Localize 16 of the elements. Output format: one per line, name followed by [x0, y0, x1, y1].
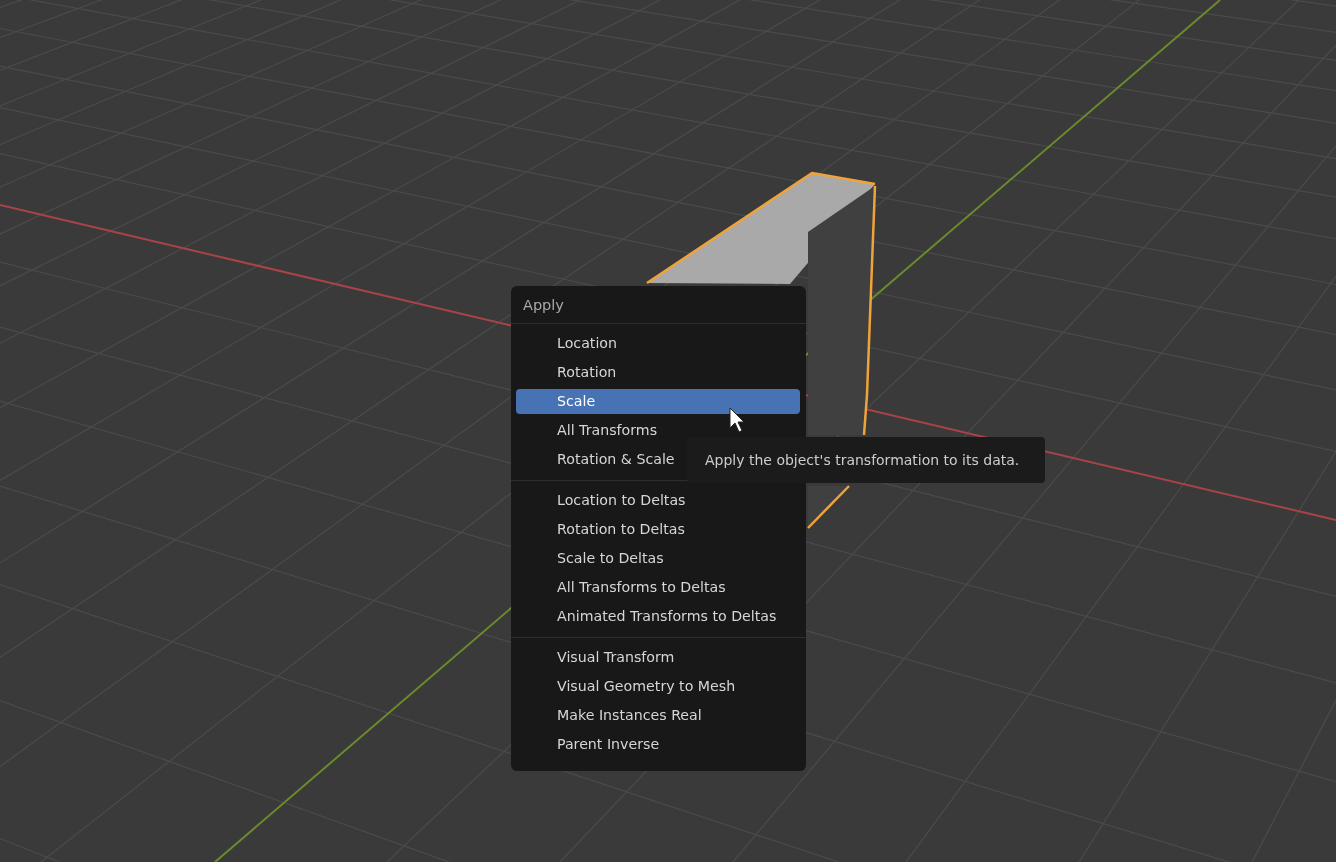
menu-title: Apply — [511, 286, 806, 324]
cursor-icon — [729, 407, 745, 433]
menu-item[interactable]: Scale to Deltas — [516, 544, 800, 573]
menu-item[interactable]: Location to Deltas — [516, 486, 800, 515]
menu-item[interactable]: Scale — [516, 389, 800, 414]
menu-item[interactable]: Visual Geometry to Mesh — [516, 672, 800, 701]
panel-edge-line — [807, 485, 850, 529]
menu-item[interactable]: Parent Inverse — [516, 730, 800, 759]
menu-item[interactable]: Make Instances Real — [516, 701, 800, 730]
tooltip: Apply the object's transformation to its data. — [687, 437, 1045, 483]
menu-item[interactable]: All Transforms to Deltas — [516, 573, 800, 602]
menu-item[interactable]: Visual Transform — [516, 643, 800, 672]
menu-item[interactable]: Animated Transforms to Deltas — [516, 602, 800, 631]
menu-item[interactable]: Rotation — [516, 358, 800, 387]
menu-item[interactable]: Location — [516, 329, 800, 358]
menu-item[interactable]: Rotation to Deltas — [516, 515, 800, 544]
